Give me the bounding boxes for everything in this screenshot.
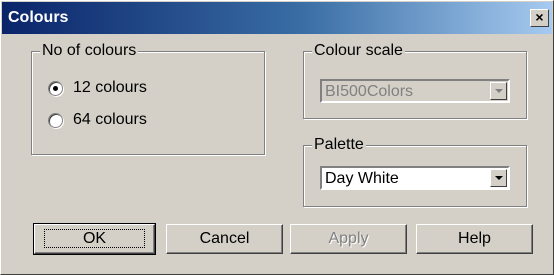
palette-legend: Palette — [312, 136, 366, 154]
radio-64-colours-indicator[interactable] — [48, 112, 63, 128]
help-button-label: Help — [458, 230, 491, 247]
radio-64-colours[interactable]: 64 colours — [48, 110, 147, 130]
window-title: Colours — [8, 9, 69, 26]
palette-group: Palette Day White — [303, 136, 527, 207]
title-bar[interactable]: Colours × — [2, 2, 552, 34]
colour-scale-value: BI500Colors — [325, 83, 414, 100]
close-button[interactable]: × — [530, 9, 549, 27]
colours-dialog: Colours × No of colours 12 colours 64 co… — [0, 0, 554, 275]
apply-button[interactable]: Apply — [290, 224, 407, 254]
colour-scale-legend: Colour scale — [312, 42, 405, 60]
no-of-colours-group: No of colours 12 colours 64 colours — [31, 42, 265, 155]
colour-scale-group: Colour scale BI500Colors — [303, 42, 527, 119]
ok-button[interactable]: OK — [33, 223, 156, 255]
help-button[interactable]: Help — [416, 224, 533, 254]
radio-12-colours-indicator[interactable] — [48, 80, 63, 96]
radio-64-colours-label: 64 colours — [73, 111, 147, 128]
chevron-down-icon[interactable] — [490, 169, 507, 187]
radio-12-colours-label: 12 colours — [73, 79, 147, 96]
apply-button-label: Apply — [328, 230, 369, 247]
close-icon: × — [535, 9, 544, 25]
cancel-button-label: Cancel — [199, 230, 250, 247]
radio-12-colours[interactable]: 12 colours — [48, 78, 147, 98]
palette-value: Day White — [325, 170, 399, 187]
cancel-button[interactable]: Cancel — [166, 224, 283, 254]
palette-select[interactable]: Day White — [320, 166, 510, 190]
colour-scale-select[interactable]: BI500Colors — [320, 79, 510, 103]
no-of-colours-legend: No of colours — [40, 42, 139, 60]
chevron-down-icon[interactable] — [490, 82, 507, 100]
ok-button-label: OK — [43, 229, 146, 248]
